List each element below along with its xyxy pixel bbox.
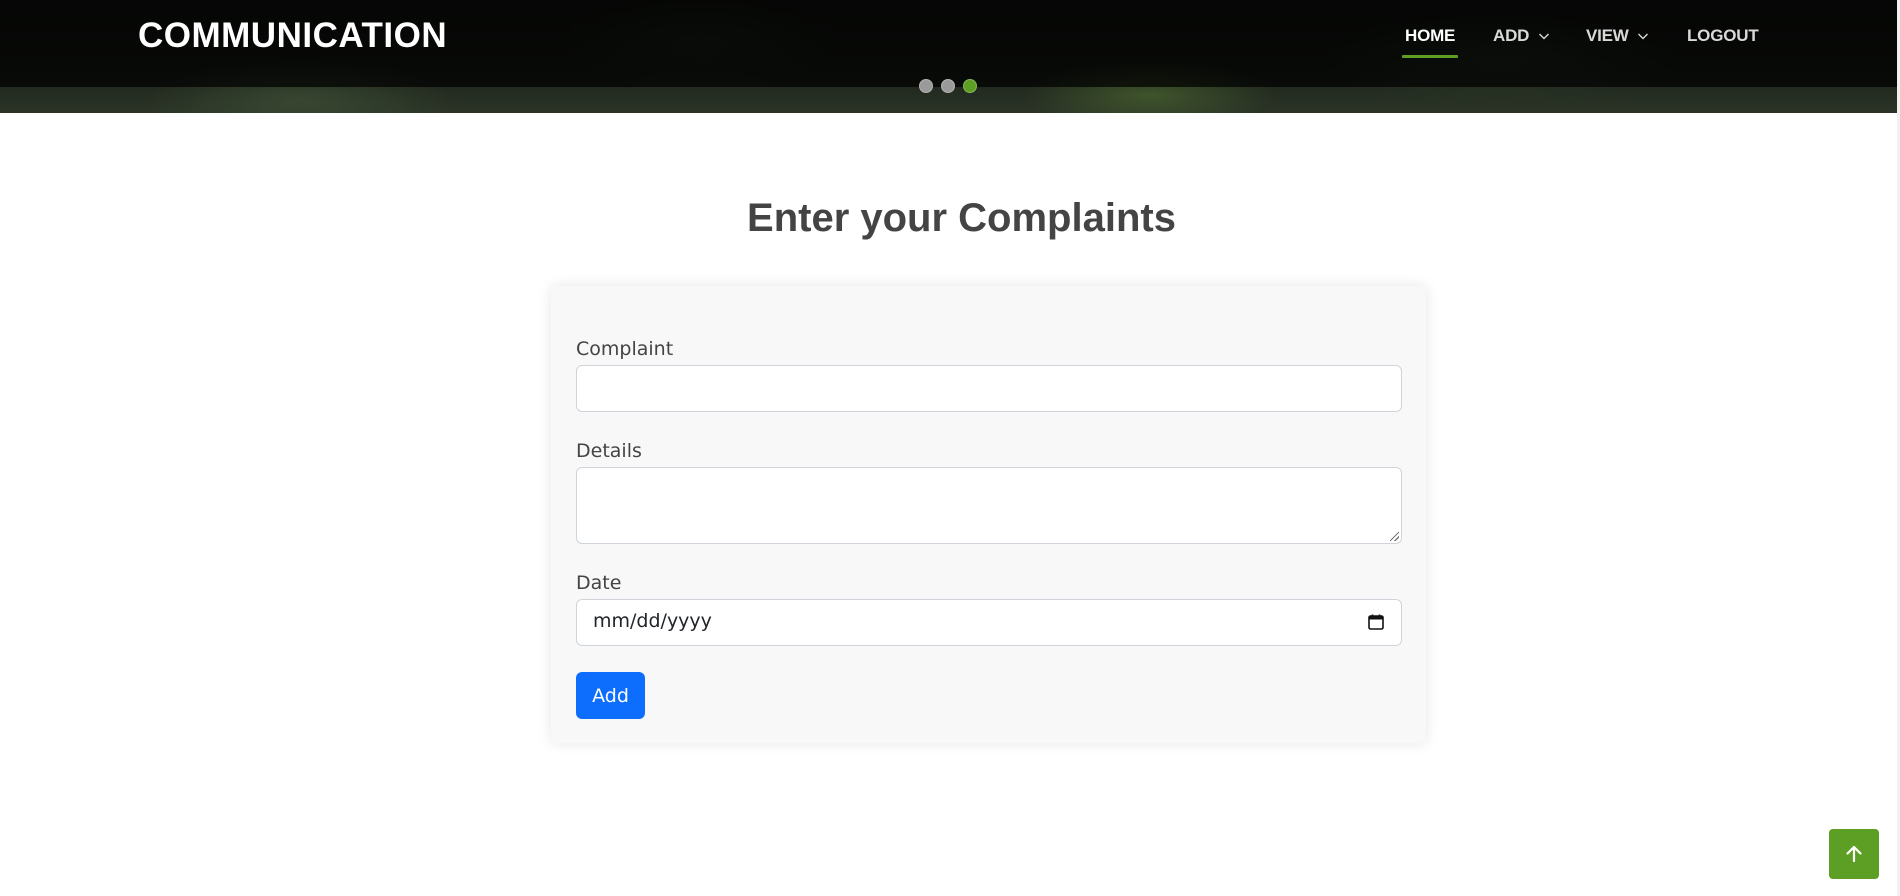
nav-add[interactable]: ADD — [1493, 24, 1550, 58]
slider-dot[interactable] — [941, 79, 955, 93]
date-input[interactable]: mm/dd/yyyy — [576, 599, 1402, 646]
slider-dot-active[interactable] — [963, 79, 977, 93]
add-button[interactable]: Add — [576, 672, 645, 719]
slider-dot[interactable] — [919, 79, 933, 93]
nav-home[interactable]: HOME — [1401, 24, 1459, 58]
hero-banner: COMMUNICATION HOME ADD VIEW LOGOUT — [0, 0, 1900, 113]
complaint-label: Complaint — [576, 338, 674, 360]
nav-view[interactable]: VIEW — [1586, 24, 1649, 58]
chevron-down-icon — [1538, 33, 1549, 40]
page-title: Enter your Complaints — [747, 196, 1176, 240]
date-placeholder: mm/dd/yyyy — [593, 610, 712, 632]
calendar-icon[interactable] — [1367, 613, 1385, 631]
complaint-input[interactable] — [576, 365, 1402, 412]
chevron-down-icon — [1638, 33, 1649, 40]
nav-view-label: VIEW — [1586, 26, 1629, 45]
nav-logout[interactable]: LOGOUT — [1687, 24, 1759, 58]
details-textarea[interactable] — [576, 467, 1402, 544]
site-logo[interactable]: COMMUNICATION — [138, 16, 447, 56]
details-label: Details — [576, 440, 642, 462]
date-label: Date — [576, 572, 622, 594]
back-to-top-button[interactable] — [1829, 829, 1879, 879]
nav-home-label: HOME — [1405, 26, 1456, 45]
arrow-up-icon — [1846, 845, 1862, 863]
nav-logout-label: LOGOUT — [1687, 26, 1759, 45]
site-header: COMMUNICATION HOME ADD VIEW LOGOUT — [0, 0, 1900, 87]
nav-add-label: ADD — [1493, 26, 1530, 45]
complaint-form: Complaint Details Date mm/dd/yyyy Add — [551, 286, 1426, 743]
